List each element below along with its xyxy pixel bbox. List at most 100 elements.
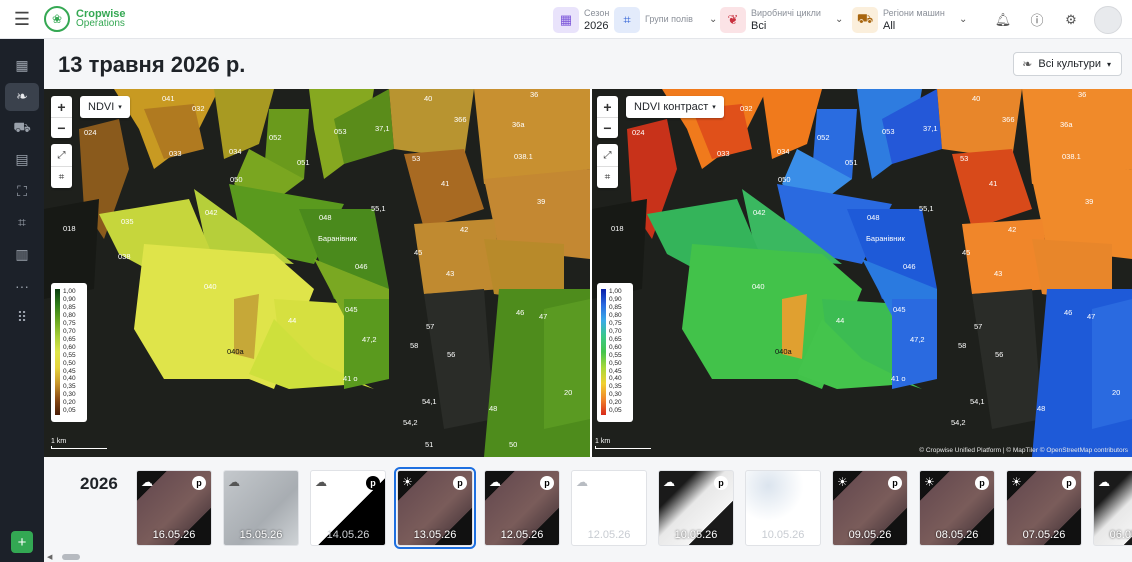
svg-text:56: 56: [447, 350, 455, 359]
legend-tick-label: 0,45: [63, 367, 76, 375]
sidebar-item-dashboard[interactable]: ▦: [5, 51, 39, 79]
legend-tick-label: 0,65: [609, 335, 622, 343]
tractor-icon: ⛟: [852, 6, 878, 33]
svg-text:44: 44: [836, 316, 844, 325]
crop-filter-dropdown[interactable]: ❧ Всі культури ▾: [1013, 52, 1122, 76]
legend-tick-label: 0,80: [609, 311, 622, 319]
timeline-thumbnail[interactable]: ☁ p 12.05.26: [484, 470, 560, 546]
svg-text:366: 366: [1002, 115, 1015, 124]
field-select-icon[interactable]: ⌗: [597, 166, 618, 188]
sidebar-item-documents[interactable]: ▤: [5, 146, 39, 174]
help-icon[interactable]: ⓘ: [1020, 0, 1054, 39]
sun-icon: ☀: [402, 475, 413, 489]
chevron-down-icon: ⌄: [835, 14, 844, 25]
layer-name-right: NDVI контраст: [634, 101, 709, 113]
field-select-icon[interactable]: ⌗: [51, 166, 72, 188]
zoom-out-button[interactable]: −: [597, 117, 618, 138]
zoom-in-button[interactable]: +: [51, 96, 72, 117]
legend-tick-label: 0,35: [609, 383, 622, 391]
avatar[interactable]: [1094, 5, 1122, 34]
sidebar-item-apps[interactable]: ⠿: [5, 304, 39, 332]
timeline-thumbnail[interactable]: 10.05.26: [745, 470, 821, 546]
cropwise-logo-icon: ❀: [44, 6, 70, 32]
machine-regions-selector[interactable]: ⛟ Регіони машин All ⌄: [852, 4, 967, 35]
bell-icon[interactable]: 🔔︎: [986, 0, 1020, 39]
timeline-thumbnail[interactable]: ☁p06.05.26: [1093, 470, 1132, 546]
sidebar-item-reports[interactable]: ▥: [5, 241, 39, 269]
thumbnail-date: 15.05.26: [239, 529, 283, 541]
timeline-thumbnail[interactable]: ☀ p 13.05.26: [394, 467, 476, 549]
ndvi-contrast-map-right[interactable]: 041 032 024 033 034 050 052 051 053 37,1…: [592, 89, 1132, 457]
timeline-thumbnail[interactable]: ☁ p 10.05.26: [658, 470, 734, 546]
legend-tick-label: 0,60: [63, 343, 76, 351]
caret-down-icon: ▾: [1106, 59, 1111, 69]
sidebar: ▦ ❧ ⛟ ▤ ⛶ ⌗ ▥ ··· ⠿ +: [0, 39, 44, 562]
sidebar-item-machinery[interactable]: ⛟: [5, 114, 39, 142]
scale-label: 1 km: [595, 438, 611, 445]
measure-icon[interactable]: ⤢: [51, 144, 72, 166]
scroll-thumb[interactable]: [62, 554, 80, 560]
add-button[interactable]: +: [11, 531, 33, 553]
legend-tick-label: 0,70: [63, 327, 76, 335]
timeline-thumbnail[interactable]: ☀ p 07.05.26: [1006, 470, 1082, 546]
production-cycles-label: Виробничі цикли: [751, 7, 821, 18]
svg-text:040: 040: [752, 282, 765, 291]
layer-selector-right[interactable]: NDVI контраст ▾: [626, 96, 724, 118]
production-cycles-selector[interactable]: ❦ Виробничі цикли Всі ⌄: [720, 4, 843, 35]
field-groups-selector[interactable]: ⌗ Групи полів ⌄: [614, 4, 717, 35]
svg-text:48: 48: [1037, 404, 1045, 413]
ndvi-legend-left: 1,00 0,90 0,85 0,80 0,75 0,70 0,65 0,60 0,55 0,50…: [51, 283, 87, 422]
crop-icon: ❦: [720, 6, 746, 33]
ndvi-map-left[interactable]: 041 032 024 033 034 050 052 051 053 37,1…: [44, 89, 590, 457]
svg-text:50: 50: [509, 440, 517, 449]
page-title: 13 травня 2026 р.: [58, 52, 246, 77]
thumbnail-date: 14.05.26: [326, 529, 370, 541]
timeline-thumbnail[interactable]: ☁ p 14.05.26: [310, 470, 386, 546]
logo[interactable]: ❀ Cropwise Operations: [44, 6, 126, 32]
timeline-thumbnail[interactable]: ☁ p 16.05.26: [136, 470, 212, 546]
map-attribution[interactable]: © Cropwise Unified Platform | © MapTiler…: [919, 447, 1128, 454]
field-groups-label: Групи полів: [645, 14, 693, 24]
leaf-icon: ❧: [1022, 57, 1033, 71]
svg-text:44: 44: [288, 316, 296, 325]
svg-text:48: 48: [489, 404, 497, 413]
thumbnail-date: 06.05.26: [1109, 529, 1132, 541]
svg-text:41 о: 41 о: [891, 374, 906, 383]
svg-text:048: 048: [867, 213, 880, 222]
layer-selector-left[interactable]: NDVI ▾: [80, 96, 130, 118]
season-value: 2026: [584, 19, 609, 32]
timeline-thumbnail[interactable]: ☀ p 08.05.26: [919, 470, 995, 546]
planet-badge-icon: p: [975, 476, 989, 490]
sidebar-item-more[interactable]: ···: [5, 272, 39, 300]
timeline-thumbnail[interactable]: ☁ 12.05.26: [571, 470, 647, 546]
timeline-thumbnail[interactable]: ☀ p 09.05.26: [832, 470, 908, 546]
cloud-icon: ☁: [663, 475, 675, 489]
planet-badge-icon: p: [192, 476, 206, 490]
sidebar-item-crops[interactable]: ❧: [5, 82, 39, 111]
svg-text:54,2: 54,2: [951, 418, 966, 427]
measure-icon[interactable]: ⤢: [597, 144, 618, 166]
menu-icon[interactable]: ☰: [0, 0, 44, 39]
season-label: Сезон: [584, 7, 610, 18]
season-selector[interactable]: ▦ Сезон 2026: [553, 4, 609, 35]
more-icon: ···: [15, 278, 29, 295]
timeline-scrollbar[interactable]: ◀: [47, 553, 1129, 561]
sidebar-item-fields[interactable]: ⌗: [5, 209, 39, 237]
svg-text:36а: 36а: [512, 120, 525, 129]
timeline-thumbnail[interactable]: ☁ 15.05.26: [223, 470, 299, 546]
svg-text:36: 36: [530, 90, 538, 99]
svg-text:41: 41: [441, 179, 449, 188]
apps-grid-icon: ⠿: [16, 309, 28, 326]
cloud-icon: ☁: [315, 475, 327, 489]
scroll-left-icon[interactable]: ◀: [47, 553, 52, 561]
svg-text:36: 36: [1078, 90, 1086, 99]
svg-text:052: 052: [269, 133, 282, 142]
thumbnail-date: 08.05.26: [935, 529, 979, 541]
zoom-in-button[interactable]: +: [597, 96, 618, 117]
legend-gradient: [601, 289, 606, 415]
legend-tick-label: 0,40: [609, 375, 622, 383]
zoom-out-button[interactable]: −: [51, 117, 72, 138]
gear-icon[interactable]: ⚙: [1054, 0, 1088, 39]
svg-text:41: 41: [989, 179, 997, 188]
sidebar-item-map[interactable]: ⛶: [5, 177, 39, 205]
